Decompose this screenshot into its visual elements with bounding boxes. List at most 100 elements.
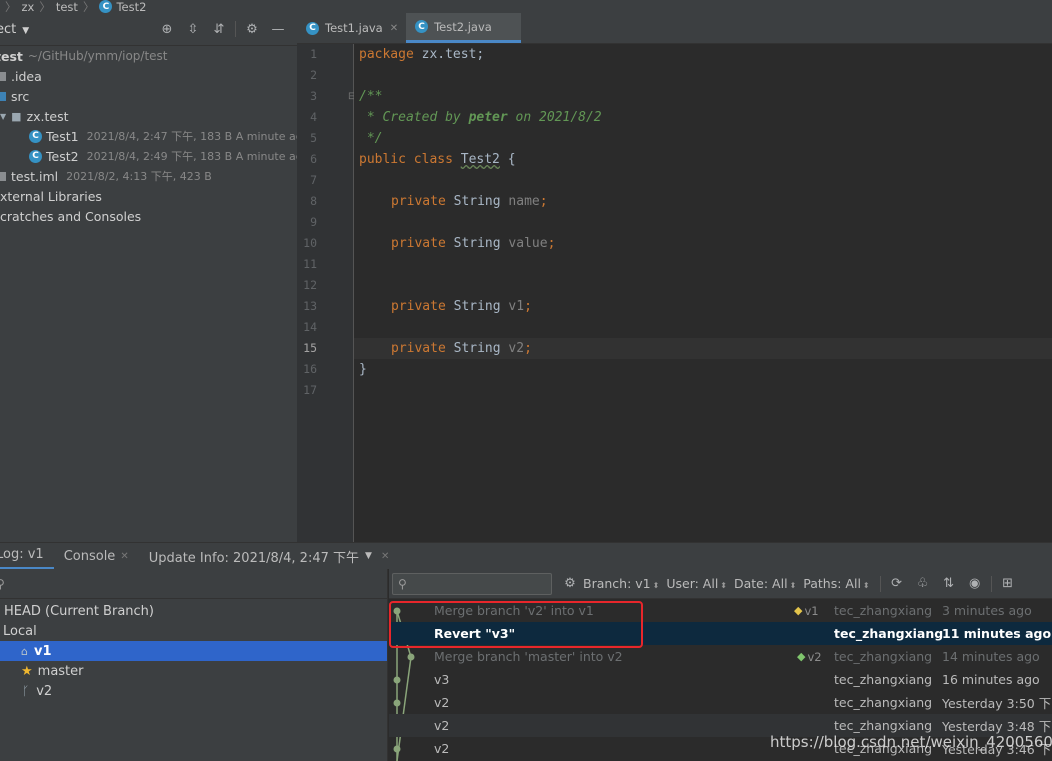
tab-test1[interactable]: C Test1.java ✕ bbox=[297, 13, 406, 43]
tree-item-package[interactable]: ▼ ■ zx.test bbox=[0, 106, 297, 126]
tree-item-meta: 2021/8/4, 2:47 下午, 183 B A minute ago bbox=[86, 130, 310, 143]
project-panel: ect ▼ ⊕ ⇳ ⇵ ⚙ — test ~/GitHub/ymm/iop/tes… bbox=[0, 13, 309, 542]
sort-icon: ⬍ bbox=[720, 581, 727, 590]
watermark: https://blog.csdn.net/weixin_42005602 bbox=[770, 733, 1052, 751]
tab-update-info[interactable]: Update Info: 2021/8/4, 2:47 下午 ▼ ✕ bbox=[139, 543, 400, 570]
locate-file-icon[interactable]: ⊕ bbox=[154, 18, 180, 40]
doc-comment: /** bbox=[359, 89, 383, 104]
root-name: test bbox=[0, 48, 23, 64]
tree-item-root[interactable]: test ~/GitHub/ymm/iop/test bbox=[0, 46, 297, 66]
branch-head[interactable]: HEAD (Current Branch) bbox=[0, 601, 387, 621]
expand-arrow-icon[interactable]: ▼ bbox=[0, 112, 6, 121]
branch-v1[interactable]: ⌂ v1 bbox=[0, 641, 387, 661]
filter-date[interactable]: Date: All ⬍ bbox=[734, 576, 796, 591]
log-toolbar: ⚲ ⚙ Branch: v1 ⬍ User: All ⬍ Date: All ⬍ Pa… bbox=[389, 569, 1052, 599]
filter-branch[interactable]: Branch: v1 ⬍ bbox=[583, 576, 659, 591]
line-number: 11 bbox=[303, 257, 317, 271]
close-icon[interactable]: ✕ bbox=[381, 551, 389, 562]
field-name: value bbox=[508, 236, 548, 251]
branches-panel: ⚲ HEAD (Current Branch) Local ⌂ v1 ★ maste… bbox=[0, 569, 388, 761]
chevron-down-icon[interactable]: ▼ bbox=[365, 551, 372, 561]
branch-v2[interactable]: ᚴ v2 bbox=[0, 681, 387, 701]
source-folder-icon bbox=[0, 91, 6, 101]
new-tab-icon[interactable]: ⊞ bbox=[995, 576, 1021, 591]
field-name: v2 bbox=[508, 341, 525, 356]
tab-test2[interactable]: C Test2.java bbox=[406, 13, 522, 43]
branch-label: v1 bbox=[33, 643, 52, 659]
project-view-selector[interactable]: ect ▼ bbox=[0, 22, 29, 37]
tag-label: v2 bbox=[807, 649, 822, 664]
sort-arrows-icon[interactable]: ⇅ bbox=[936, 576, 962, 591]
filter-paths[interactable]: Paths: All ⬍ bbox=[803, 576, 869, 591]
commit-row[interactable]: Merge branch 'master' into v2 ◆ v2 tec_zh… bbox=[389, 645, 1052, 668]
editor-tabs: C Test1.java ✕ C Test2.java bbox=[297, 13, 1052, 44]
commit-tag: ◆ v1 bbox=[794, 604, 819, 618]
collapse-all-icon[interactable]: ⇵ bbox=[206, 18, 232, 40]
tree-item-idea[interactable]: .idea bbox=[0, 66, 297, 86]
tab-label: Log: v1 bbox=[0, 547, 44, 562]
breadcrumb-item-test2[interactable]: Test2 bbox=[116, 0, 146, 13]
java-class-icon: C bbox=[99, 0, 113, 13]
tree-item-test2[interactable]: C Test2 2021/8/4, 2:49 下午, 183 B A minut… bbox=[0, 146, 309, 166]
refresh-icon[interactable]: ⟳ bbox=[884, 576, 910, 591]
root-path: ~/GitHub/ymm/iop/test bbox=[27, 49, 168, 63]
branch-group-local[interactable]: Local bbox=[0, 621, 387, 641]
tab-log[interactable]: Log: v1 bbox=[0, 543, 54, 570]
java-class-icon: C bbox=[415, 20, 429, 33]
breadcrumb: 〉 zx 〉 test 〉 C Test2 bbox=[0, 0, 1052, 13]
commit-date: Yesterday 3:50 下 bbox=[942, 696, 1052, 711]
commit-message: v2 bbox=[434, 718, 450, 733]
line-number: 2 bbox=[310, 68, 317, 82]
tree-item-src[interactable]: src bbox=[0, 86, 297, 106]
project-toolbar: ect ▼ ⊕ ⇳ ⇵ ⚙ — bbox=[0, 13, 297, 46]
doc-comment: peter bbox=[468, 110, 508, 125]
commit-row[interactable]: v2 tec_zhangxiang Yesterday 3:50 下 bbox=[389, 691, 1052, 714]
tree-item-iml[interactable]: test.iml 2021/8/2, 4:13 下午, 423 B bbox=[0, 166, 297, 186]
expand-all-icon[interactable]: ⇳ bbox=[180, 18, 206, 40]
sort-icon: ⬍ bbox=[789, 581, 797, 590]
tree-item-scratches[interactable]: cratches and Consoles bbox=[0, 206, 297, 226]
gear-icon[interactable]: ⚙ bbox=[557, 576, 583, 591]
breadcrumb-item-test[interactable]: test bbox=[56, 0, 78, 13]
commit-author: tec_zhangxiang bbox=[834, 718, 933, 733]
filter-label: Date: All bbox=[734, 576, 788, 591]
line-number: 17 bbox=[303, 383, 317, 397]
java-class-icon: C bbox=[29, 129, 42, 143]
eye-icon[interactable]: ◉ bbox=[962, 576, 988, 591]
tree-item-external-libraries[interactable]: xternal Libraries bbox=[0, 186, 297, 206]
line-number: 8 bbox=[310, 194, 317, 208]
doc-comment: * Created by bbox=[359, 110, 469, 125]
code-line-current: private String v2; bbox=[354, 338, 1052, 359]
tree-item-test1[interactable]: C Test1 2021/8/4, 2:47 下午, 183 B A minut… bbox=[0, 126, 309, 146]
close-icon[interactable] bbox=[510, 21, 513, 32]
code-editor[interactable]: package zx.test; /** * Created by peter … bbox=[354, 44, 1052, 542]
breadcrumb-item-zx[interactable]: zx bbox=[22, 0, 35, 13]
keyword: package bbox=[359, 47, 414, 62]
toolbar-divider bbox=[990, 575, 992, 592]
code-text: String bbox=[445, 341, 509, 356]
commit-row[interactable]: v3 tec_zhangxiang 16 minutes ago bbox=[389, 668, 1052, 691]
gear-icon[interactable]: ⚙ bbox=[239, 18, 265, 40]
sort-icon: ⬍ bbox=[862, 581, 870, 590]
close-icon[interactable]: ✕ bbox=[390, 23, 398, 34]
doc-comment: on 2021/8/2 bbox=[507, 110, 602, 125]
project-tree: test ~/GitHub/ymm/iop/test .idea src ▼ ■… bbox=[0, 46, 309, 226]
code-line: */ bbox=[354, 128, 1052, 149]
star-icon: ★ bbox=[21, 663, 33, 679]
code-line: } bbox=[354, 359, 1052, 380]
branch-master[interactable]: ★ master bbox=[0, 661, 387, 681]
tree-item-label: .idea bbox=[11, 68, 42, 84]
project-view-label: ect bbox=[0, 21, 17, 37]
tab-console[interactable]: Console ✕ bbox=[54, 543, 139, 570]
minimize-icon[interactable]: — bbox=[265, 18, 291, 40]
commit-author: tec_zhangxiang bbox=[834, 695, 933, 710]
cherry-pick-icon[interactable]: ♧ bbox=[910, 576, 936, 591]
filter-user[interactable]: User: All ⬍ bbox=[666, 576, 727, 591]
tree-item-label: xternal Libraries bbox=[0, 188, 102, 204]
log-search-input[interactable]: ⚲ bbox=[392, 572, 552, 595]
branch-search[interactable]: ⚲ bbox=[0, 569, 387, 599]
line-number: 13 bbox=[303, 299, 317, 313]
field-name: name bbox=[508, 194, 540, 209]
line-number: 1 bbox=[310, 47, 317, 61]
close-icon[interactable]: ✕ bbox=[120, 551, 128, 562]
